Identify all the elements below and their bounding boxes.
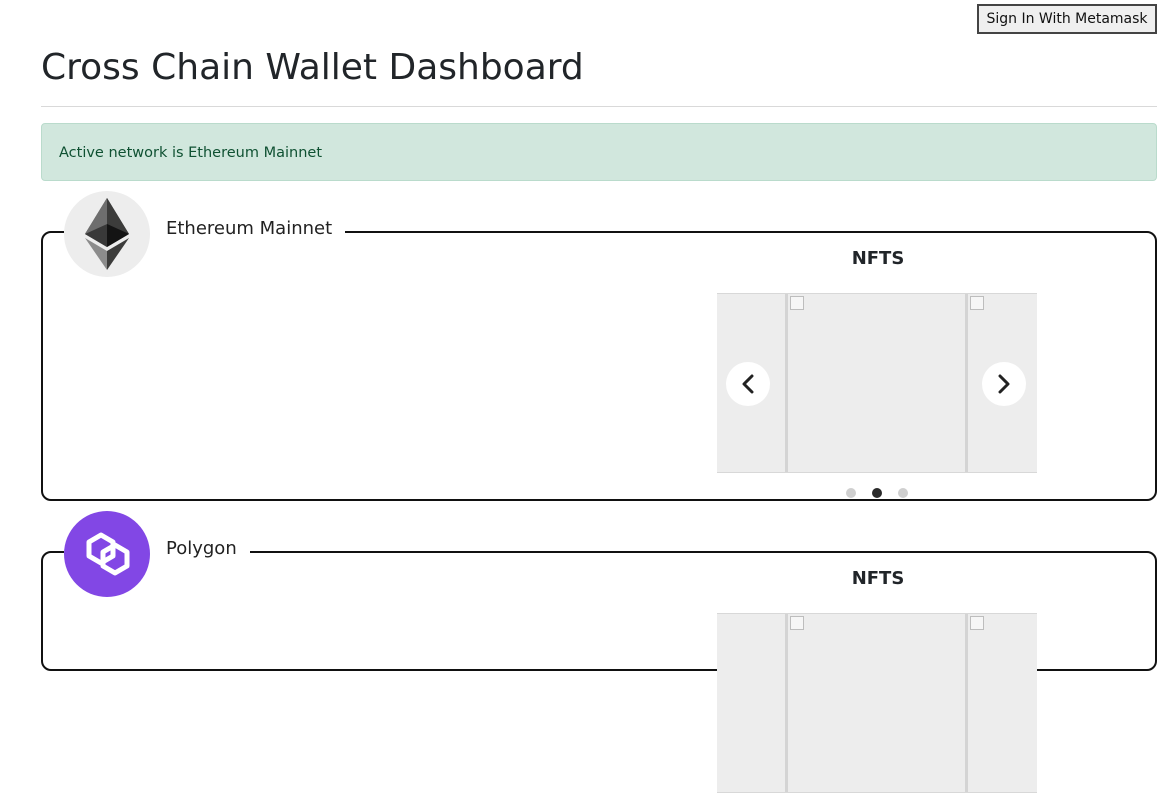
carousel-dots xyxy=(717,488,1037,498)
chevron-left-icon xyxy=(742,374,754,394)
nft-carousel[interactable] xyxy=(717,293,1037,473)
carousel-dot-3[interactable] xyxy=(898,488,908,498)
polygon-logo-icon xyxy=(64,511,150,597)
network-card-polygon: Polygon NFTS xyxy=(41,509,1157,793)
nft-carousel[interactable] xyxy=(717,613,1037,793)
slide-divider xyxy=(785,614,788,792)
slide-divider xyxy=(965,294,968,472)
network-legend: Polygon xyxy=(64,509,250,599)
slide-divider xyxy=(785,294,788,472)
nfts-heading: NFTS xyxy=(851,568,905,589)
slide-divider xyxy=(965,614,968,792)
network-card-ethereum: Ethereum Mainnet NFTS xyxy=(41,189,1157,501)
carousel-dot-1[interactable] xyxy=(846,488,856,498)
page-title: Cross Chain Wallet Dashboard xyxy=(41,47,584,88)
carousel-dot-2[interactable] xyxy=(872,488,882,498)
title-divider xyxy=(41,106,1157,107)
broken-image-icon xyxy=(970,296,984,310)
alert-message: Active network is Ethereum Mainnet xyxy=(59,145,323,161)
broken-image-icon xyxy=(790,296,804,310)
carousel-next-button[interactable] xyxy=(982,362,1026,406)
sign-in-metamask-button[interactable]: Sign In With Metamask xyxy=(977,4,1157,34)
broken-image-icon xyxy=(970,616,984,630)
nfts-heading: NFTS xyxy=(851,248,905,269)
active-network-alert: Active network is Ethereum Mainnet xyxy=(41,123,1157,181)
broken-image-icon xyxy=(790,616,804,630)
ethereum-logo-icon xyxy=(64,191,150,277)
network-legend: Ethereum Mainnet xyxy=(64,189,346,279)
network-name: Polygon xyxy=(166,537,237,559)
network-name: Ethereum Mainnet xyxy=(166,217,333,239)
carousel-prev-button[interactable] xyxy=(726,362,770,406)
chevron-right-icon xyxy=(998,374,1010,394)
